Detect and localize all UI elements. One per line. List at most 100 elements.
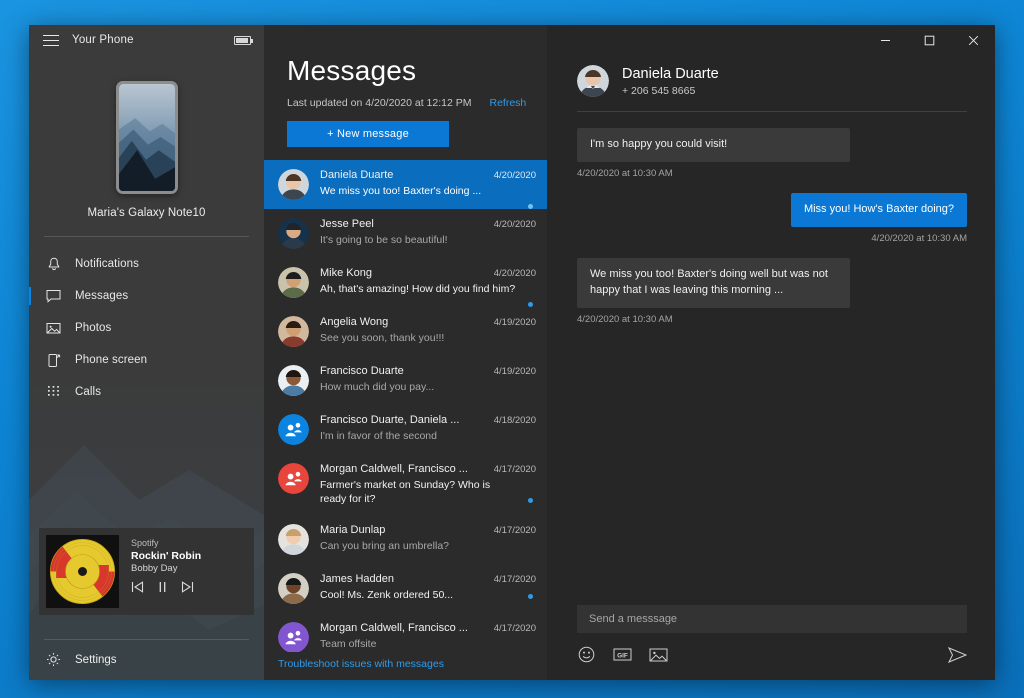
conversation-preview: Can you bring an umbrella? [320, 539, 536, 553]
conversation-name: Mike Kong [320, 267, 486, 279]
conversation-date: 4/17/2020 [494, 464, 536, 475]
phone-mockup[interactable] [116, 81, 178, 194]
contact-phone: + 206 545 8665 [622, 85, 719, 97]
conversation-row[interactable]: Morgan Caldwell, Francisco ...4/17/2020T… [264, 613, 547, 652]
contact-name: Daniela Duarte [622, 66, 719, 82]
unread-dot [528, 498, 533, 503]
your-phone-window: Your Phone [29, 25, 995, 680]
message-input-wrapper[interactable] [577, 605, 967, 633]
sidebar-item-label: Messages [75, 290, 128, 302]
music-track-title: Rockin' Robin [131, 550, 247, 562]
conversation-name: Angelia Wong [320, 316, 486, 328]
message-input[interactable] [589, 613, 955, 625]
window-titlebar [547, 25, 995, 55]
music-player-card: Spotify Rockin' Robin Bobby Day [39, 528, 254, 615]
message-row: Miss you! How's Baxter doing?4/20/2020 a… [577, 193, 967, 244]
music-artist: Bobby Day [131, 563, 247, 574]
conversation-row[interactable]: Francisco Duarte, Daniela ... 4/18/2020 I'… [264, 405, 547, 454]
device-name: Maria's Galaxy Note10 [87, 207, 205, 219]
message-bubble[interactable]: We miss you too! Baxter's doing well but… [577, 258, 850, 308]
composer-toolbar: GIF [577, 645, 967, 664]
avatar [577, 65, 609, 97]
sidebar-item-label: Notifications [75, 258, 139, 270]
troubleshoot-link[interactable]: Troubleshoot issues with messages [264, 652, 547, 680]
conversation-row[interactable]: Mike Kong 4/20/2020 Ah, that's amazing! Ho… [264, 258, 547, 307]
conversation-name: Jesse Peel [320, 218, 486, 230]
photo-icon [45, 320, 62, 337]
chat-bubble-icon [45, 288, 62, 305]
svg-text:GIF: GIF [617, 652, 628, 659]
page-title: Messages [287, 55, 547, 87]
pause-icon[interactable] [157, 581, 168, 593]
bell-icon [45, 256, 62, 273]
conversation-list[interactable]: Daniela Duarte 4/20/2020 We miss you too! … [264, 160, 547, 652]
conversation-row[interactable]: James Hadden4/17/2020Cool! Ms. Zenk orde… [264, 564, 547, 613]
conversation-row[interactable]: Jesse Peel4/20/2020It's going to be so b… [264, 209, 547, 258]
phone-screen-icon [45, 352, 62, 369]
send-icon[interactable] [948, 647, 967, 663]
close-button[interactable] [951, 25, 995, 55]
avatar [278, 316, 309, 347]
conversation-name: Daniela Duarte [320, 169, 486, 181]
conversation-row[interactable]: Angelia Wong4/19/2020See you soon, thank… [264, 307, 547, 356]
avatar [278, 414, 309, 445]
avatar [278, 463, 309, 494]
image-icon[interactable] [649, 645, 668, 664]
avatar [278, 622, 309, 652]
sidebar-item-photos[interactable]: Photos [29, 312, 264, 344]
message-bubble[interactable]: I'm so happy you could visit! [577, 128, 850, 162]
message-bubble[interactable]: Miss you! How's Baxter doing? [791, 193, 967, 227]
conversation-preview: I'm in favor of the second [320, 429, 536, 443]
conversation-name: Maria Dunlap [320, 524, 486, 536]
conversation-date: 4/17/2020 [494, 574, 536, 585]
minimize-button[interactable] [863, 25, 907, 55]
conversation-header: Daniela Duarte + 206 545 8665 [547, 55, 995, 97]
conversation-name: Francisco Duarte, Daniela ... [320, 414, 486, 426]
messages-list-pane: Messages Last updated on 4/20/2020 at 12… [264, 25, 547, 680]
gif-icon[interactable]: GIF [613, 645, 632, 664]
emoji-icon[interactable] [577, 645, 596, 664]
music-app-name: Spotify [131, 538, 247, 548]
conversation-preview: Cool! Ms. Zenk ordered 50... [320, 588, 536, 602]
device-preview: Maria's Galaxy Note10 [29, 81, 264, 219]
avatar [278, 524, 309, 555]
conversation-row[interactable]: Maria Dunlap 4/17/2020 Can you bring an um… [264, 515, 547, 564]
gear-icon [45, 651, 62, 668]
conversation-preview: Farmer's market on Sunday? Who is ready … [320, 478, 536, 506]
next-track-icon[interactable] [181, 581, 194, 593]
music-controls [131, 581, 247, 593]
sidebar-nav: Notifications Messages Photos Phone scre… [29, 248, 264, 408]
sidebar-item-phone-screen[interactable]: Phone screen [29, 344, 264, 376]
conversation-row[interactable]: Daniela Duarte 4/20/2020 We miss you too! … [264, 160, 547, 209]
new-message-button[interactable]: + New message [287, 121, 449, 147]
conversation-date: 4/18/2020 [494, 415, 536, 426]
refresh-link[interactable]: Refresh [489, 97, 526, 109]
avatar [278, 218, 309, 249]
avatar [278, 365, 309, 396]
album-art [46, 535, 119, 608]
conversation-row[interactable]: Francisco Duarte4/19/2020How much did yo… [264, 356, 547, 405]
conversation-pane: Daniela Duarte + 206 545 8665 I'm so hap… [547, 25, 995, 680]
conversation-preview: It's going to be so beautiful! [320, 233, 536, 247]
maximize-button[interactable] [907, 25, 951, 55]
conversation-preview: How much did you pay... [320, 380, 536, 394]
sidebar-item-calls[interactable]: Calls [29, 376, 264, 408]
sidebar-item-notifications[interactable]: Notifications [29, 248, 264, 280]
conversation-date: 4/20/2020 [494, 170, 536, 181]
conversation-date: 4/19/2020 [494, 366, 536, 377]
conversation-preview: We miss you too! Baxter's doing ... [320, 184, 536, 198]
message-row: We miss you too! Baxter's doing well but… [577, 258, 967, 325]
sidebar-item-settings[interactable]: Settings [29, 639, 264, 680]
app-title: Your Phone [72, 34, 134, 46]
conversation-preview: See you soon, thank you!!! [320, 331, 536, 345]
conversation-preview: Team offsite [320, 637, 536, 651]
conversation-date: 4/20/2020 [494, 268, 536, 279]
message-row: I'm so happy you could visit!4/20/2020 a… [577, 128, 967, 179]
conversation-date: 4/17/2020 [494, 525, 536, 536]
conversation-preview: Ah, that's amazing! How did you find him… [320, 282, 536, 296]
previous-track-icon[interactable] [131, 581, 144, 593]
sidebar-item-messages[interactable]: Messages [29, 280, 264, 312]
battery-icon [234, 36, 251, 45]
conversation-row[interactable]: Morgan Caldwell, Francisco ...4/17/2020F… [264, 454, 547, 515]
hamburger-icon[interactable] [43, 35, 59, 46]
